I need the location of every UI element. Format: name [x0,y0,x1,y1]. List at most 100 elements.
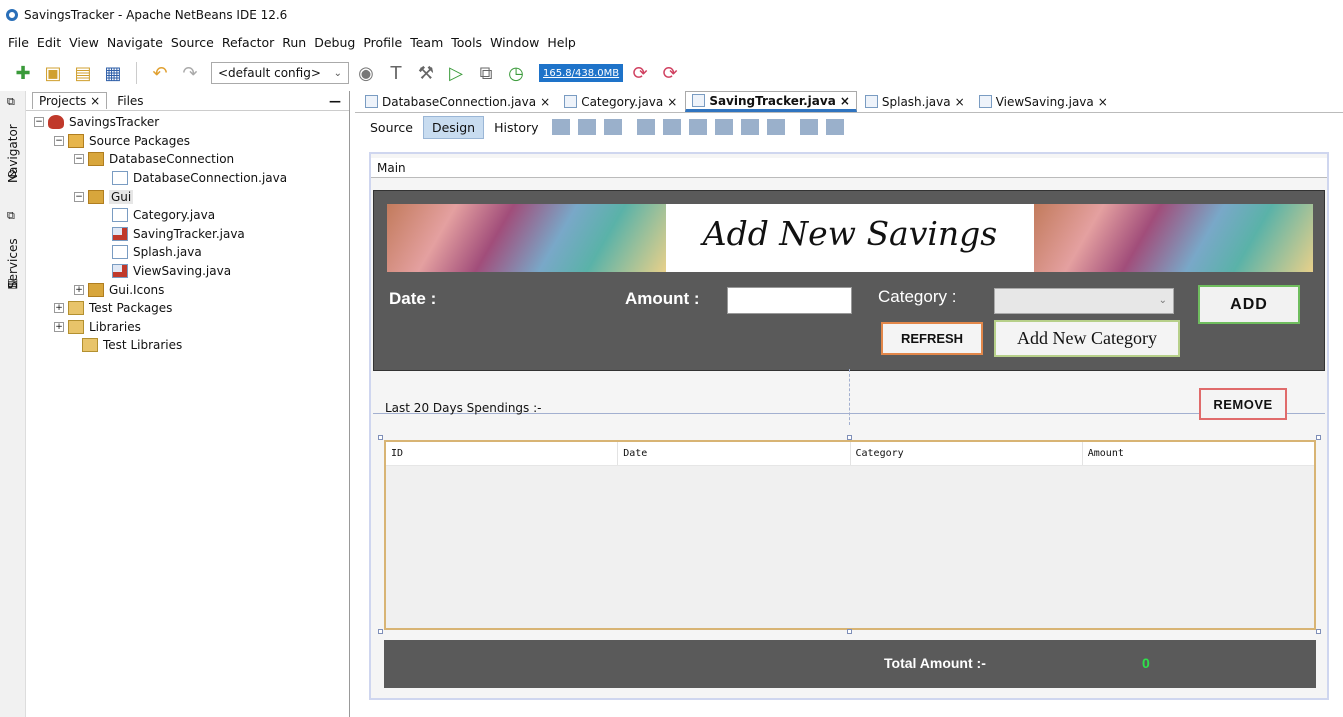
column-header-amount[interactable]: Amount [1083,442,1314,465]
tree-item-savingstracker[interactable]: − SavingsTracker [26,113,349,132]
collapse-icon[interactable]: − [54,135,64,146]
menu-tools[interactable]: Tools [447,35,486,50]
tree-item-test-packages[interactable]: + Test Packages [26,299,349,318]
align-left-icon[interactable] [636,119,655,135]
tab-savingtracker-java[interactable]: SavingTracker.java × [685,91,857,112]
menu-run[interactable]: Run [278,35,310,50]
tree-item-category-java[interactable]: Category.java [26,206,349,225]
spendings-table[interactable]: ID Date Category Amount [384,440,1316,630]
open-project-icon[interactable]: ▤ [70,60,96,86]
window-restore-icon[interactable]: ⧉ [7,209,15,223]
source-mode-button[interactable]: Source [362,117,421,138]
tree-item-gui-icons[interactable]: + Gui.Icons [26,280,349,299]
expand-icon[interactable]: + [54,303,64,314]
menu-file[interactable]: File [4,35,33,50]
java-file-icon [112,208,128,223]
selection-mode-icon[interactable] [551,119,570,135]
align-top-icon[interactable] [714,119,733,135]
tree-item-libraries[interactable]: + Libraries [26,318,349,337]
tree-item-viewsaving-java[interactable]: ViewSaving.java [26,262,349,281]
menu-edit[interactable]: Edit [33,35,65,50]
expand-icon[interactable]: + [54,321,64,332]
tab-files[interactable]: Files [111,93,149,109]
align-bottom-icon[interactable] [740,119,759,135]
menu-window[interactable]: Window [486,35,543,50]
new-project-icon[interactable]: ▣ [40,60,66,86]
tab-databaseconnection-java[interactable]: DatabaseConnection.java × [359,91,556,112]
tree-item-gui[interactable]: − Gui [26,187,349,206]
collapse-icon[interactable]: − [74,191,84,202]
close-icon[interactable]: × [540,95,550,109]
change-vertical-resizability-icon[interactable] [825,119,844,135]
menu-team[interactable]: Team [406,35,447,50]
save-all-icon[interactable]: ▦ [100,60,126,86]
menu-navigate[interactable]: Navigate [103,35,167,50]
change-horizontal-resizability-icon[interactable] [799,119,818,135]
column-header-id[interactable]: ID [386,442,619,465]
tab-category-java[interactable]: Category.java × [558,91,683,112]
new-file-icon[interactable]: ✚ [10,60,36,86]
tree-item-test-libraries[interactable]: Test Libraries [26,336,349,355]
memory-indicator[interactable]: 165.8/438.0MB [539,64,624,82]
total-amount-value: 0 [1142,655,1150,671]
close-icon[interactable]: × [1098,95,1108,109]
design-mode-button[interactable]: Design [422,115,485,139]
collapse-icon[interactable]: − [74,154,84,165]
category-select[interactable]: ⌄ [994,288,1174,314]
history-mode-button[interactable]: History [486,117,546,138]
tab-projects[interactable]: Projects × [32,92,108,109]
column-header-category[interactable]: Category [851,442,1083,465]
tree-item-databaseconnection[interactable]: − DatabaseConnection [26,150,349,169]
window-restore-icon[interactable]: ⧉ [7,95,15,109]
build-icon[interactable]: T [383,60,409,86]
gc-icon[interactable]: ⟳ [627,60,653,86]
tree-item-splash-java[interactable]: Splash.java [26,243,349,262]
amount-input[interactable] [727,287,852,314]
profile-icon[interactable]: ◷ [503,60,529,86]
tree-item-savingtracker-java[interactable]: SavingTracker.java [26,225,349,244]
clean-build-icon[interactable]: ⚒ [413,60,439,86]
package-icon [88,189,104,204]
add-button[interactable]: ADD [1198,285,1300,324]
menu-view[interactable]: View [65,35,103,50]
menu-debug[interactable]: Debug [310,35,359,50]
refresh-button[interactable]: REFRESH [881,322,983,355]
menu-help[interactable]: Help [543,35,580,50]
resize-handle[interactable] [378,435,383,440]
close-icon[interactable]: × [955,95,965,109]
expand-icon[interactable]: + [74,284,84,295]
debug-icon[interactable]: ⧉ [473,60,499,86]
preview-design-icon[interactable] [603,119,622,135]
close-icon[interactable]: × [667,95,677,109]
add-new-category-button[interactable]: Add New Category [994,320,1180,357]
resize-handle[interactable] [847,629,852,634]
remove-button[interactable]: REMOVE [1199,388,1287,420]
undo-icon[interactable]: ↶ [147,60,173,86]
center-vertically-icon[interactable] [766,119,785,135]
column-header-date[interactable]: Date [618,442,851,465]
tree-item-databaseconnection-java[interactable]: DatabaseConnection.java [26,169,349,188]
config-select[interactable]: <default config> ⌄ [211,62,349,84]
redo-icon[interactable]: ↷ [177,60,203,86]
close-icon[interactable]: × [840,94,850,108]
resize-handle[interactable] [378,629,383,634]
menu-profile[interactable]: Profile [359,35,406,50]
menu-refactor[interactable]: Refactor [218,35,278,50]
menu-source[interactable]: Source [167,35,218,50]
collapse-icon[interactable]: − [34,117,44,128]
tab-viewsaving-java[interactable]: ViewSaving.java × [973,91,1114,112]
profiler-snapshot-icon[interactable]: ⟳ [657,60,683,86]
run-icon[interactable]: ▷ [443,60,469,86]
center-horizontally-icon[interactable] [688,119,707,135]
close-icon[interactable]: × [90,94,100,108]
add-savings-panel[interactable]: Add New Savings Date : Amount : Category… [373,190,1325,371]
web-browser-icon[interactable]: ◉ [353,60,379,86]
align-right-icon[interactable] [662,119,681,135]
resize-handle[interactable] [1316,435,1321,440]
tree-item-source-packages[interactable]: − Source Packages [26,132,349,151]
minimize-icon[interactable]: — [329,94,341,108]
resize-handle[interactable] [1316,629,1321,634]
connection-mode-icon[interactable] [577,119,596,135]
resize-handle[interactable] [847,435,852,440]
tab-splash-java[interactable]: Splash.java × [859,91,971,112]
